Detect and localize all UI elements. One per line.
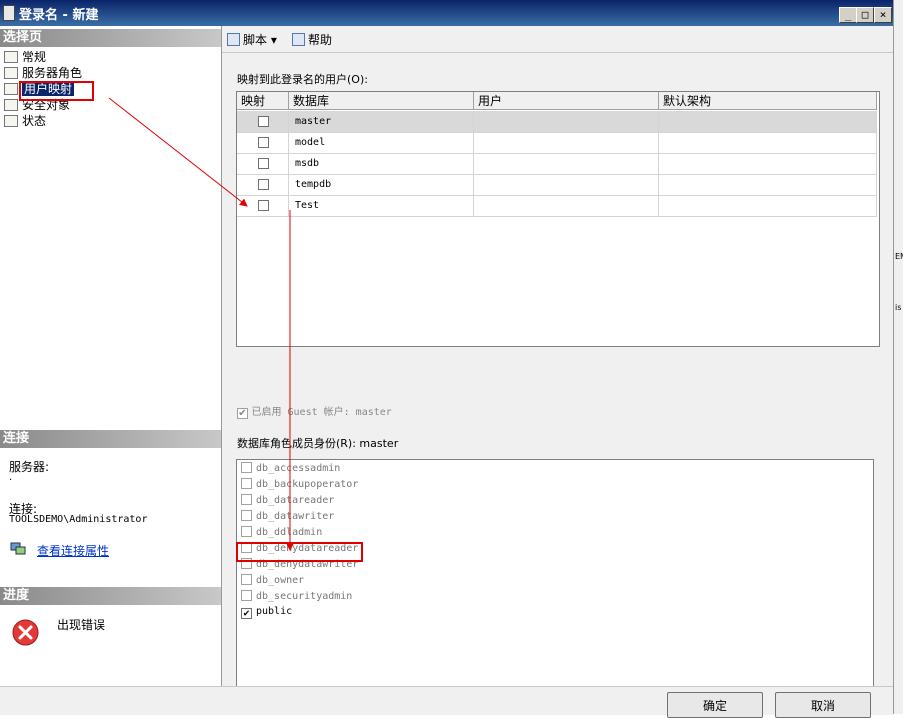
annotation-arrow-to-grid [108,97,248,207]
annotation-arrows [108,97,294,551]
